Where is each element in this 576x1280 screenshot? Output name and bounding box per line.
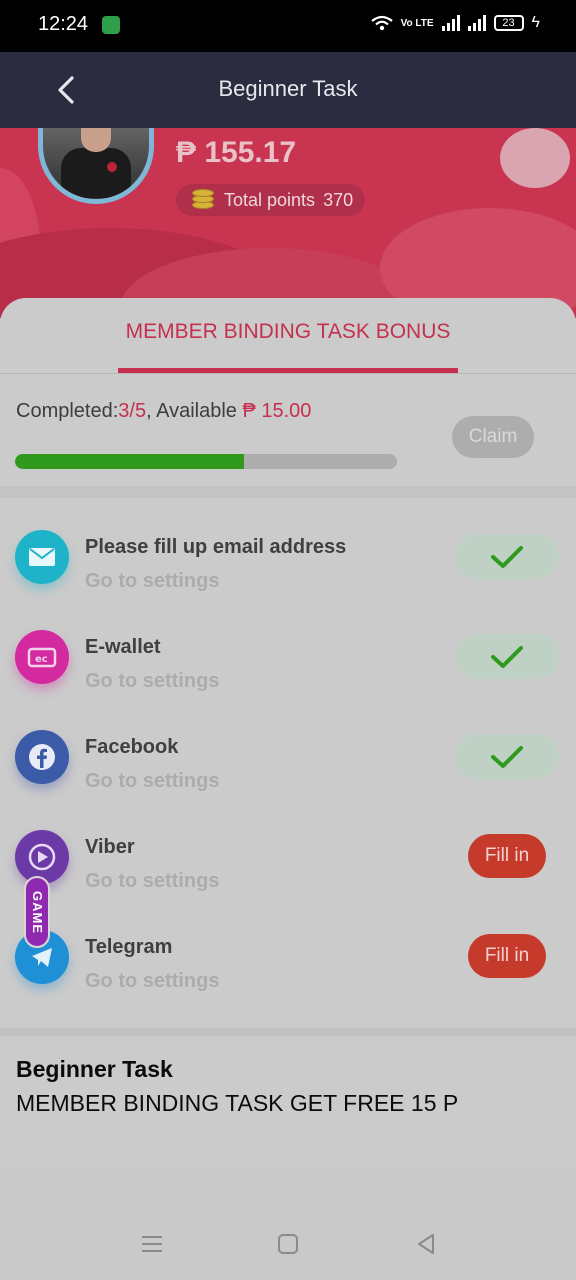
task-title: E-wallet [85,636,161,658]
signal-icon [441,15,460,31]
status-time: 12:24 [38,13,89,35]
wifi-icon [370,15,393,31]
coins-icon [190,187,216,213]
task-item-e-wallet[interactable]: ec E-wallet Go to settings [0,618,576,718]
task-item-facebook[interactable]: Facebook Go to settings [0,718,576,818]
home-square-icon [278,1234,298,1254]
progress-bar-fill [15,454,245,469]
page-title: Beginner Task [218,76,358,101]
completed-badge [455,734,559,779]
progress-bar [15,454,397,469]
task-info-section: Beginner Task MEMBER BINDING TASK GET FR… [0,1028,576,1170]
signal-icon-2 [467,15,486,31]
fill-in-button[interactable]: Fill in [468,934,546,978]
task-subtitle[interactable]: Go to settings [85,670,219,693]
volte-indicator: Vo LTE [400,17,434,29]
game-tab-label: GAME [29,890,45,934]
task-item-viber[interactable]: Viber Go to settings Fill in [0,818,576,918]
avatar[interactable] [38,128,154,204]
completed-value: 3/5 [118,400,147,422]
claim-button[interactable]: Claim [452,416,534,458]
tab-bar: MEMBER BINDING TASK BONUS [0,298,576,374]
task-subtitle[interactable]: Go to settings [85,970,219,993]
profile-hero: ₱ 155.17 Total points 370 [0,128,576,318]
completed-badge [455,534,559,579]
divider [0,486,576,498]
checkmark-icon [491,645,523,668]
task-item-email[interactable]: Please fill up email address Go to setti… [0,518,576,618]
progress-section: Completed:3/5, Available ₱ 15.00 Claim [0,374,576,486]
app-header: Beginner Task [0,52,576,128]
viber-icon [15,830,69,884]
decor-circle [500,128,570,188]
wallet-icon: ec [15,630,69,684]
status-indicators: Vo LTE 23 ϟ [370,14,540,32]
balance-amount: ₱ 155.17 [176,136,297,169]
task-title: Facebook [85,736,179,758]
menu-nav-button[interactable] [138,1230,166,1258]
email-icon [15,530,69,584]
available-label: , Available [146,400,243,422]
facebook-icon [15,730,69,784]
menu-icon [142,1236,162,1252]
task-list: Please fill up email address Go to setti… [0,518,576,1018]
home-nav-button[interactable] [274,1230,302,1258]
progress-summary: Completed:3/5, Available ₱ 15.00 [16,400,311,423]
message-app-icon [102,16,120,34]
points-value: 370 [323,189,354,210]
back-triangle-icon [418,1234,434,1254]
status-bar: 12:24 Vo LTE 23 ϟ [0,0,576,52]
total-points-badge: Total points 370 [176,184,366,216]
charging-icon: ϟ [531,14,540,31]
available-value: ₱ 15.00 [242,400,312,422]
checkmark-icon [491,545,523,568]
system-nav-bar [0,1170,576,1280]
points-label: Total points [224,189,316,210]
svg-text:ec: ec [35,654,48,665]
completed-badge [455,634,559,679]
info-description: MEMBER BINDING TASK GET FREE 15 P [16,1090,459,1116]
tab-underline [118,368,458,373]
fill-in-button[interactable]: Fill in [468,834,546,878]
task-title: Telegram [85,936,173,958]
battery-icon: 23 [493,15,524,31]
info-title: Beginner Task [16,1056,173,1082]
task-subtitle[interactable]: Go to settings [85,870,219,893]
task-title: Viber [85,836,135,858]
task-card: MEMBER BINDING TASK BONUS Completed:3/5,… [0,298,576,1028]
completed-label: Completed: [16,400,119,422]
task-subtitle[interactable]: Go to settings [85,770,219,793]
back-nav-button[interactable] [412,1230,440,1258]
task-subtitle[interactable]: Go to settings [85,570,219,593]
tab-member-binding-task-bonus[interactable]: MEMBER BINDING TASK BONUS [118,320,458,344]
game-floating-tab[interactable]: GAME [24,876,50,948]
task-item-telegram[interactable]: Telegram Go to settings Fill in [0,918,576,1018]
task-title: Please fill up email address [85,536,347,558]
checkmark-icon [491,745,523,768]
